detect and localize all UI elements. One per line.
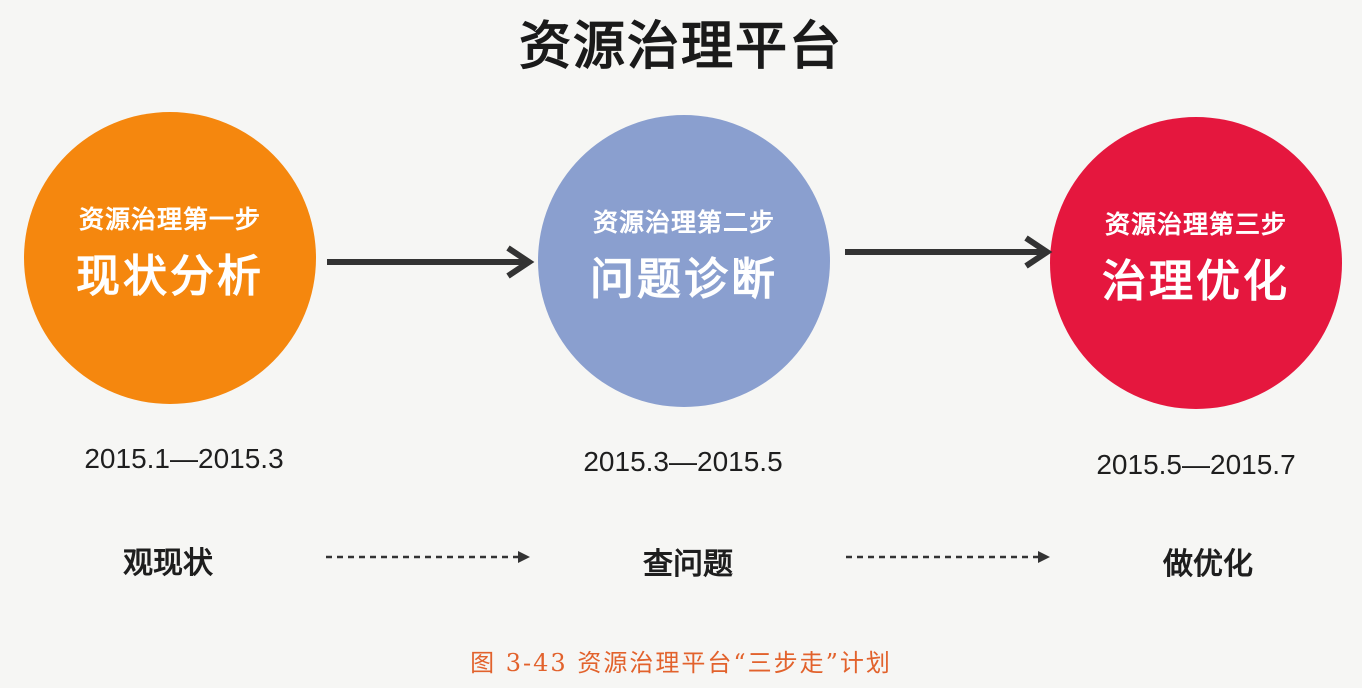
arrow-right-icon [327, 245, 535, 279]
step-3-circle: 资源治理第三步 治理优化 [1050, 117, 1342, 409]
step-1-label: 资源治理第一步 [78, 205, 261, 234]
step-3-name: 治理优化 [1102, 256, 1290, 307]
arrow-right-icon [845, 235, 1053, 269]
step-2-action: 查问题 [643, 547, 733, 582]
step-3-action: 做优化 [1163, 547, 1253, 582]
step-1-circle: 资源治理第一步 现状分析 [24, 112, 316, 404]
step-3-period: 2015.5—2015.7 [1096, 449, 1296, 480]
step-1-action: 观现状 [123, 546, 213, 581]
dashed-arrow-right-icon [846, 551, 1050, 563]
step-3-label: 资源治理第三步 [1104, 210, 1287, 239]
step-1-period: 2015.1—2015.3 [84, 443, 284, 474]
dashed-arrow-right-icon [326, 551, 530, 563]
figure-caption: 图 3-43 资源治理平台“三步走”计划 [470, 649, 892, 677]
page-title: 资源治理平台 [518, 17, 843, 77]
step-2-period: 2015.3—2015.5 [583, 446, 783, 477]
step-2-circle: 资源治理第二步 问题诊断 [538, 115, 830, 407]
step-2-label: 资源治理第二步 [592, 208, 775, 237]
step-1-name: 现状分析 [76, 251, 264, 302]
step-2-name: 问题诊断 [590, 254, 778, 305]
